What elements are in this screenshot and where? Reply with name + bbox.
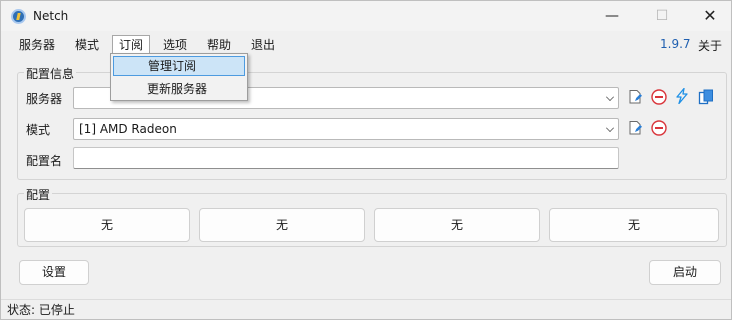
menu-server[interactable]: 服务器 xyxy=(13,35,61,55)
mode-select[interactable]: [1] AMD Radeon xyxy=(73,118,619,140)
about-menu[interactable]: 关于 xyxy=(698,37,722,54)
config-info-label: 配置信息 xyxy=(24,65,77,82)
server-label: 服务器 xyxy=(26,92,63,106)
profile-button-3[interactable]: 无 xyxy=(374,208,540,242)
settings-button[interactable]: 设置 xyxy=(19,260,89,285)
edit-server-icon[interactable] xyxy=(627,89,643,105)
start-button[interactable]: 启动 xyxy=(649,260,721,285)
close-button[interactable]: ✕ xyxy=(687,1,732,31)
menu-help[interactable]: 帮助 xyxy=(201,35,237,55)
status-text: 状态: 已停止 xyxy=(7,303,75,317)
profile-button-1[interactable]: 无 xyxy=(24,208,190,242)
chevron-down-icon xyxy=(606,93,614,101)
mode-select-value: [1] AMD Radeon xyxy=(79,122,177,136)
profile-button-2[interactable]: 无 xyxy=(199,208,365,242)
profile-name-label: 配置名 xyxy=(26,154,63,168)
maximize-button[interactable]: ☐ xyxy=(639,1,685,31)
subscription-dropdown-menu: 管理订阅 更新服务器 xyxy=(110,53,248,101)
speed-test-icon[interactable] xyxy=(674,88,690,104)
version-link[interactable]: 1.9.7 xyxy=(660,37,691,51)
chevron-down-icon xyxy=(606,124,614,132)
manage-subscriptions-item[interactable]: 管理订阅 xyxy=(113,56,245,76)
minimize-button[interactable]: — xyxy=(589,1,635,31)
edit-mode-icon[interactable] xyxy=(627,120,643,136)
delete-server-icon[interactable] xyxy=(651,89,667,105)
mode-label: 模式 xyxy=(26,123,51,137)
update-servers-item[interactable]: 更新服务器 xyxy=(113,79,245,99)
title-bar: Netch — ☐ ✕ xyxy=(1,1,731,31)
netch-app-icon xyxy=(11,9,26,24)
menu-mode[interactable]: 模式 xyxy=(69,35,105,55)
profile-button-4[interactable]: 无 xyxy=(549,208,719,242)
netch-window: Netch — ☐ ✕ 服务器 模式 订阅 选项 帮助 退出 1.9.7 关于 … xyxy=(0,0,732,320)
delete-mode-icon[interactable] xyxy=(651,120,667,136)
menu-options[interactable]: 选项 xyxy=(157,35,193,55)
status-bar: 状态: 已停止 xyxy=(1,299,731,320)
menu-subscription[interactable]: 订阅 xyxy=(112,35,151,55)
window-title: Netch xyxy=(33,9,69,23)
profile-name-input[interactable] xyxy=(73,147,619,169)
menu-exit[interactable]: 退出 xyxy=(245,35,281,55)
profiles-label: 配置 xyxy=(24,186,53,203)
copy-icon[interactable] xyxy=(698,89,714,105)
